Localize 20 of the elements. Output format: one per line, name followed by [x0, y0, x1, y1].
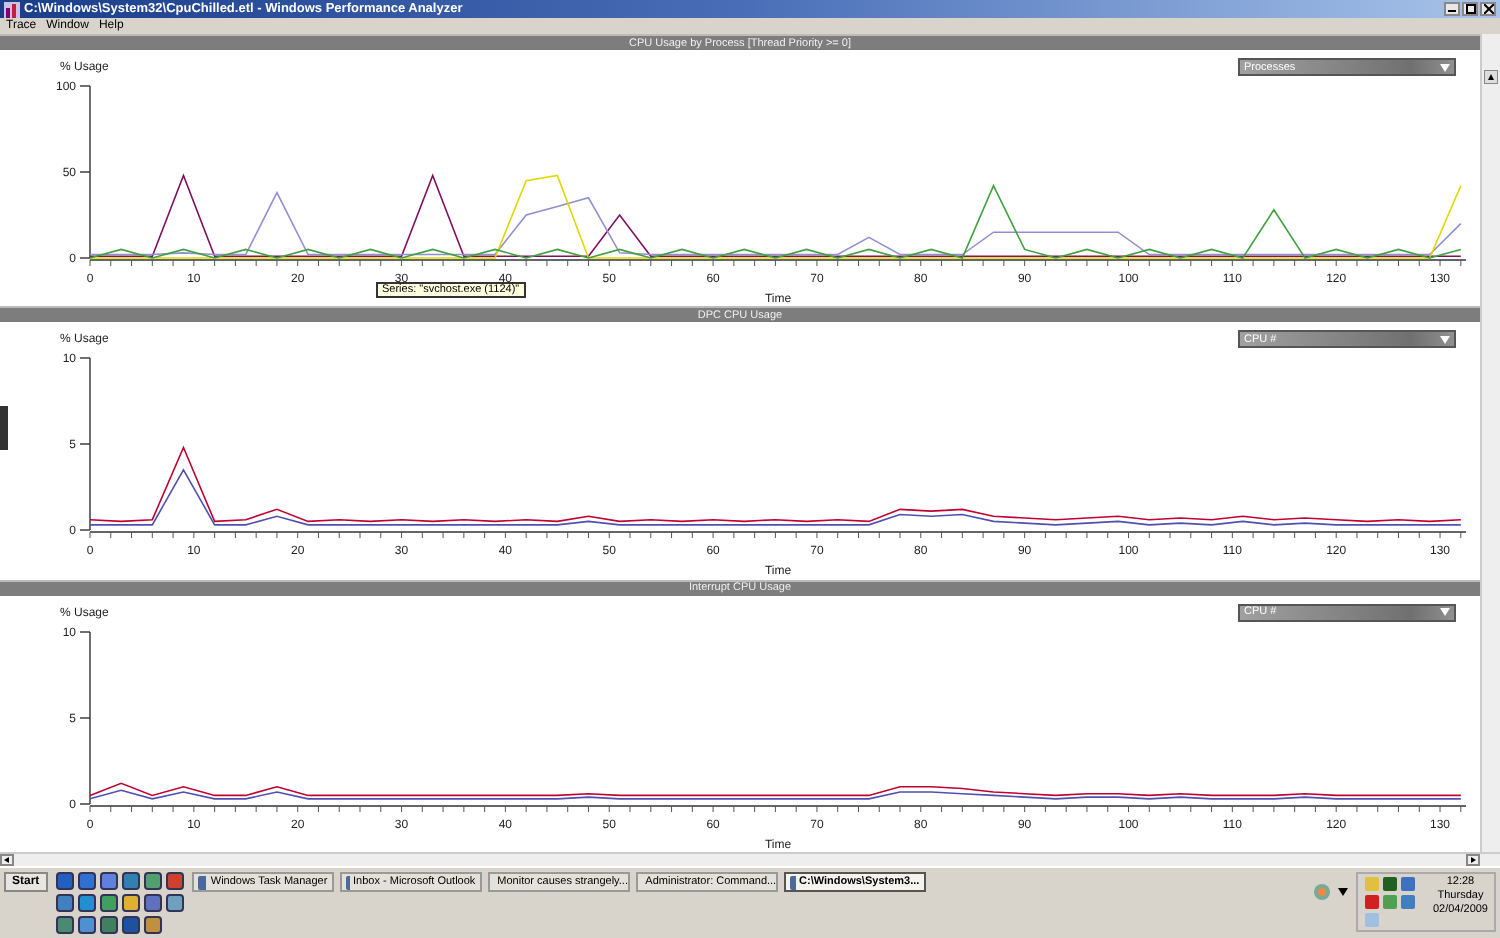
- caret-icon: [1440, 63, 1450, 71]
- maximize-icon: [1465, 4, 1475, 14]
- scroll-right-icon: [1466, 854, 1480, 866]
- horizontal-scrollbar[interactable]: [0, 852, 1500, 866]
- minimize-button[interactable]: [1444, 2, 1460, 16]
- chart-app-icon: [4, 1, 20, 17]
- caret-icon: [1440, 608, 1450, 617]
- close-icon: [1483, 4, 1493, 14]
- minimize-icon: [1447, 4, 1457, 14]
- app-icon: [345, 875, 350, 889]
- vertical-scrollbar[interactable]: [1480, 34, 1500, 852]
- close-button[interactable]: [1480, 2, 1496, 16]
- app-icon: [789, 875, 796, 889]
- collapse-handle[interactable]: [0, 406, 8, 451]
- caret-icon[interactable]: [1338, 888, 1349, 896]
- maximize-button[interactable]: [1462, 2, 1478, 16]
- scroll-up-icon: [1484, 70, 1498, 84]
- scroll-left-icon: [0, 854, 14, 866]
- caret-icon: [1440, 335, 1450, 344]
- app-icon: [197, 875, 207, 889]
